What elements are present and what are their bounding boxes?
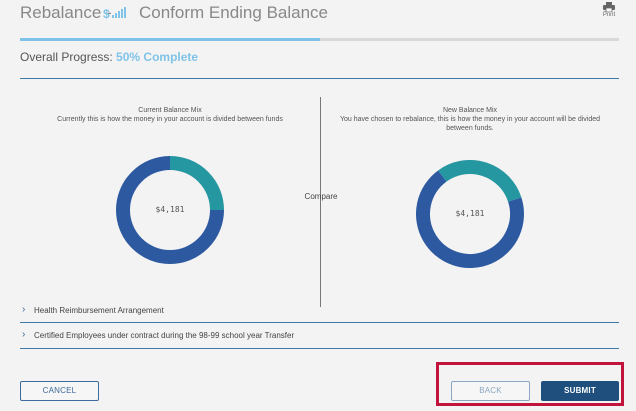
chevron-right-icon: › bbox=[22, 329, 26, 340]
svg-text:$: $ bbox=[103, 7, 110, 20]
accordion-label: Certified Employees under contract durin… bbox=[34, 331, 295, 340]
accordion-health-reimbursement[interactable]: › Health Reimbursement Arrangement bbox=[20, 303, 619, 323]
progress-text: Overall Progress: 50% Complete bbox=[20, 50, 198, 64]
donut-slice-2 bbox=[169, 156, 224, 211]
accordion-label: Health Reimbursement Arrangement bbox=[34, 306, 164, 315]
progress-bar bbox=[20, 38, 619, 41]
rebalance-page: Rebalance - $ Conform Ending Balance Pri… bbox=[0, 0, 636, 411]
new-mix-heading: New Balance Mix bbox=[442, 107, 498, 114]
current-mix-header: Current Balance Mix Currently this is ho… bbox=[40, 106, 300, 124]
progress-bar-fill bbox=[20, 38, 320, 41]
printer-icon bbox=[603, 2, 615, 12]
print-button[interactable]: Print bbox=[598, 2, 620, 18]
progress-label: Overall Progress: bbox=[20, 50, 113, 64]
chevron-right-icon: › bbox=[22, 304, 26, 315]
new-mix-amount: $4,181 bbox=[455, 209, 485, 218]
current-mix-heading: Current Balance Mix bbox=[138, 107, 202, 114]
accordion-certified-employees[interactable]: › Certified Employees under contract dur… bbox=[20, 328, 619, 348]
current-mix-amount: $4,181 bbox=[155, 205, 185, 214]
annotation-highlight-box bbox=[436, 362, 624, 406]
print-label: Print bbox=[602, 12, 616, 18]
cancel-button[interactable]: CANCEL bbox=[20, 381, 99, 401]
page-title: Rebalance - bbox=[20, 3, 112, 22]
accordion-divider bbox=[20, 348, 619, 349]
section-divider bbox=[20, 78, 619, 79]
donut-slice-2 bbox=[438, 160, 522, 202]
vertical-divider bbox=[320, 97, 321, 307]
new-mix-description: You have chosen to rebalance, this is ho… bbox=[339, 116, 601, 132]
new-mix-header: New Balance Mix You have chosen to rebal… bbox=[330, 106, 610, 133]
money-signal-logo-icon: $ bbox=[103, 6, 129, 21]
compare-label: Compare bbox=[304, 192, 338, 201]
progress-percent: 50% Complete bbox=[116, 50, 199, 64]
page-subtitle: Conform Ending Balance bbox=[139, 3, 329, 22]
current-mix-description: Currently this is how the money in your … bbox=[57, 116, 283, 123]
